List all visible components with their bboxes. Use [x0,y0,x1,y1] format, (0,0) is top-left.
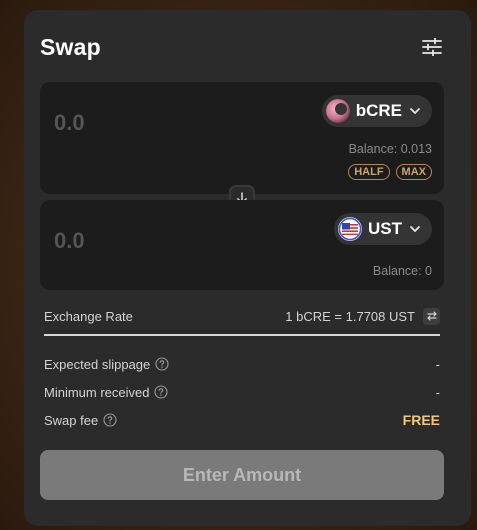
expected-slippage-label: Expected slippage [44,356,151,372]
bcre-token-icon [325,99,350,123]
from-balance: Balance: 0.013 [348,142,432,156]
expected-slippage-value: - [435,356,440,372]
invert-rate-icon[interactable] [423,307,440,325]
from-token-name: bCRE [355,101,402,120]
max-button[interactable]: MAX [395,164,432,180]
swap-card: Swap 0.0 bCRE Balance: 0.013 HALF MAX 0.… [24,10,471,526]
to-amount-input[interactable]: 0.0 [54,228,85,254]
divider [44,334,440,336]
swap-fee-label: Swap fee [44,412,99,428]
exchange-rate-row: Exchange Rate 1 bCRE = 1.7708 UST [44,306,440,326]
chevron-down-icon [410,108,420,114]
chevron-down-icon [410,226,420,232]
to-token-select[interactable]: UST [334,213,432,245]
help-icon[interactable] [154,385,169,399]
page-title: Swap [40,34,101,60]
ust-token-icon [338,217,362,241]
expected-slippage-row: Expected slippage - [44,354,440,374]
from-panel: 0.0 bCRE Balance: 0.013 HALF MAX [40,82,444,194]
swap-fee-row: Swap fee FREE [44,410,440,430]
minimum-received-row: Minimum received - [44,382,440,402]
sliders-icon[interactable] [422,38,442,56]
from-token-select[interactable]: bCRE [321,95,432,127]
exchange-rate-value: 1 bCRE = 1.7708 UST [285,308,415,324]
to-balance: Balance: 0 [372,264,432,278]
exchange-rate-label: Exchange Rate [44,308,133,324]
help-icon[interactable] [155,357,169,371]
help-icon[interactable] [103,413,117,427]
minimum-received-label: Minimum received [44,384,150,400]
from-amount-input[interactable]: 0.0 [54,110,85,136]
minimum-received-value: - [435,384,440,400]
amount-shortcuts: HALF MAX [348,164,432,180]
half-button[interactable]: HALF [348,164,390,180]
swap-fee-value: FREE [402,412,440,428]
enter-amount-button[interactable]: Enter Amount [40,450,444,500]
to-token-name: UST [368,219,402,238]
to-panel: 0.0 UST Balance: 0 [40,200,444,290]
